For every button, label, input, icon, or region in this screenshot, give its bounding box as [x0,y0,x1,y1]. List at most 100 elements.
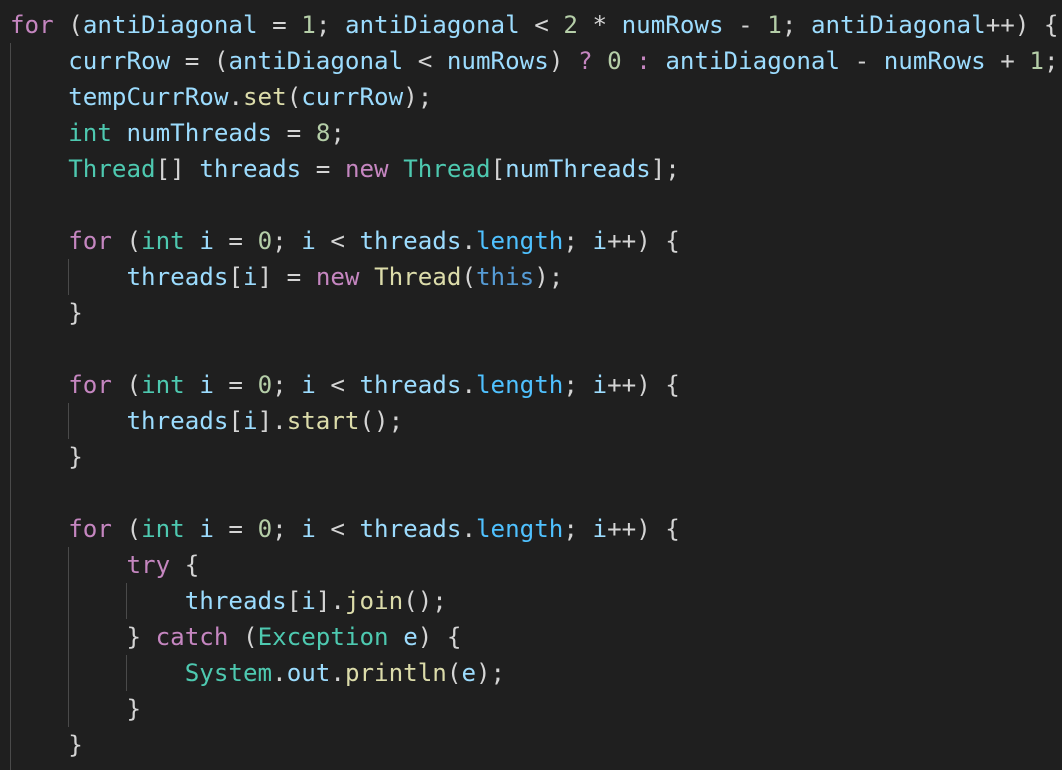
code-token-punc: ( [446,659,462,687]
code-token-punc: ( [228,623,258,651]
code-token-var: i [199,515,214,543]
code-token-punc: . [272,659,287,687]
code-token-punc: ) { [1014,11,1059,39]
code-token-var: antiDiagonal [810,11,986,39]
code-content[interactable]: for (antiDiagonal = 1; antiDiagonal < 2 … [10,7,1059,763]
code-token-op: = [301,155,345,183]
code-token-punc: ); [534,263,564,291]
code-token-type: Thread [68,155,156,183]
code-token-punc: } [10,695,142,723]
code-line: } [10,691,1059,727]
code-token-punc: . [461,371,476,399]
code-token-var: e [403,623,418,651]
code-token-punc: ( [111,227,142,255]
code-token-punc: . [461,515,476,543]
code-line: ​ [10,475,1059,511]
code-token-op: < [403,47,447,75]
code-token-type: System [184,659,273,687]
code-token-op: ++ [607,515,637,543]
code-token-punc: ] [257,263,273,291]
code-token-var: i [301,371,316,399]
code-line: currRow = (antiDiagonal < numRows) ? 0 :… [10,43,1058,79]
code-token-var: i [301,587,316,615]
code-line: tempCurrRow.set(currRow); [10,79,1059,115]
code-token-punc [185,515,200,543]
code-token-var: antiDiagonal [82,11,258,39]
code-token-punc: ; [330,119,345,147]
code-token-op: = [213,515,258,543]
code-line: } [10,295,1059,331]
code-token-type: int [68,119,112,147]
code-token-op: < [315,515,360,543]
code-token-var: e [461,659,476,687]
code-token-type: int [141,371,185,399]
code-token-var: numThreads [505,155,651,183]
code-token-op: ++ [607,227,637,255]
code-line: for (int i = 0; i < threads.length; i++)… [10,223,1059,259]
code-token-punc: ; [272,227,302,255]
code-token-punc: ( [111,371,142,399]
code-token-punc [10,263,127,291]
code-token-var: numRows [883,47,986,75]
code-token-punc: ); [403,83,433,111]
code-token-fn: println [344,659,447,687]
code-token-punc: } [10,299,83,327]
code-line: } [10,439,1059,475]
code-token-punc [10,659,185,687]
code-token-fn: start [286,407,360,435]
code-editor[interactable]: for (antiDiagonal = 1; antiDiagonal < 2 … [0,0,1062,770]
code-token-punc: ); [476,659,506,687]
code-line: ​ [10,187,1059,223]
code-token-op: = [213,371,258,399]
code-token-punc [10,119,68,147]
code-token-punc: { [170,551,200,579]
code-token-punc: ; [272,515,302,543]
code-line: } [10,727,1059,763]
code-token-punc: ) { [636,371,680,399]
code-token-punc [593,47,608,75]
code-token-var: antiDiagonal [228,47,404,75]
code-token-punc [651,47,666,75]
code-token-punc [10,47,68,75]
code-token-var: out [286,659,331,687]
code-token-punc [10,371,68,399]
code-line: threads[i] = new Thread(this); [10,259,1059,295]
code-line: for (int i = 0; i < threads.length; i++)… [10,367,1059,403]
code-token-punc: . [461,227,476,255]
code-token-punc: ]. [257,407,287,435]
code-line: int numThreads = 8; [10,115,1059,151]
code-token-op: ++ [607,371,637,399]
code-token-num: 0 [257,515,273,543]
code-token-punc: ]; [650,155,680,183]
code-token-punc: [] [155,155,200,183]
code-token-var: i [199,227,214,255]
code-token-punc [622,47,637,75]
code-line: try { [10,547,1059,583]
code-token-var: tempCurrRow [68,83,229,111]
code-token-kw: try [126,551,171,579]
code-token-punc [10,515,68,543]
code-token-fn: set [243,83,287,111]
code-line: threads[i].start(); [10,403,1059,439]
code-token-op: = [257,11,302,39]
code-token-punc: [ [490,155,506,183]
code-token-punc [10,407,127,435]
code-token-kw: for [68,227,112,255]
code-token-op: * [577,11,622,39]
code-token-var: threads [126,407,229,435]
code-token-var: threads [359,371,462,399]
code-token-type: Thread [403,155,491,183]
code-token-punc: ; [272,371,302,399]
code-token-op: ++ [985,11,1015,39]
code-token-prop: length [476,227,564,255]
code-token-var: threads [184,587,287,615]
code-token-var: antiDiagonal [344,11,520,39]
code-token-punc [185,227,200,255]
code-token-op: = [272,119,316,147]
code-token-kw: for [10,11,54,39]
code-token-punc: ( [53,11,83,39]
code-line: for (antiDiagonal = 1; antiDiagonal < 2 … [10,7,1059,43]
code-token-const: this [476,263,535,291]
code-token-op: = [170,47,214,75]
code-line: for (int i = 0; i < threads.length; i++)… [10,511,1059,547]
